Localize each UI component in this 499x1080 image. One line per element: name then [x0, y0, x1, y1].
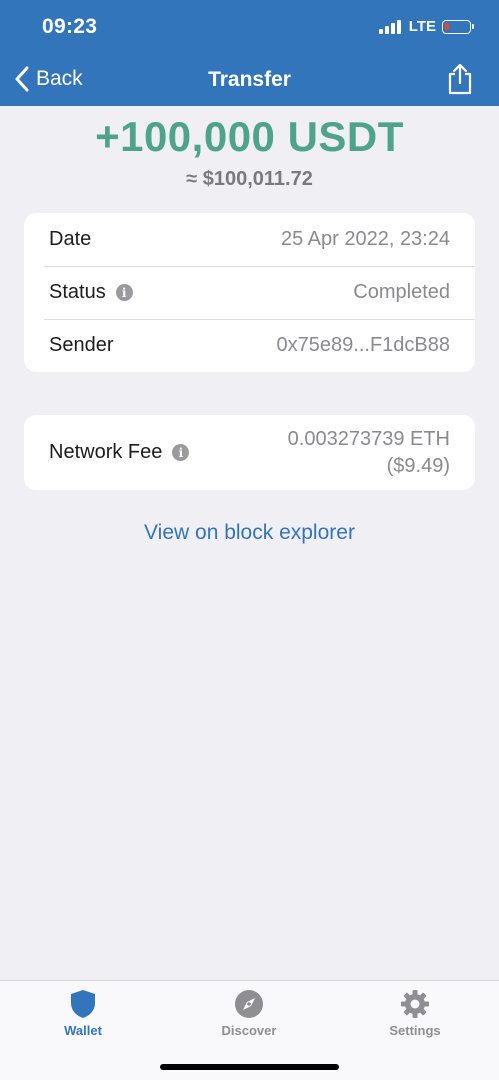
fiat-value: ≈ $100,011.72: [186, 168, 313, 190]
status-label-group: Status i: [49, 281, 133, 304]
battery-icon: [442, 19, 474, 34]
info-icon[interactable]: i: [172, 444, 190, 461]
gear-icon: [401, 990, 429, 1018]
network-fee-row: Network Fee i 0.003273739 ETH ($9.49): [24, 415, 475, 490]
info-icon[interactable]: i: [115, 284, 133, 301]
signal-icon: [378, 19, 403, 34]
status-indicators: LTE: [378, 18, 474, 35]
share-icon: [448, 63, 472, 95]
tab-settings-label: Settings: [389, 1023, 441, 1038]
details-card: Date 25 Apr 2022, 23:24 Status i Complet…: [24, 213, 475, 372]
status-value: Completed: [353, 281, 450, 303]
tab-wallet[interactable]: Wallet: [23, 989, 143, 1038]
fee-card: Network Fee i 0.003273739 ETH ($9.49): [24, 415, 475, 490]
fee-fiat: ($9.49): [386, 454, 450, 477]
fee-label-group: Network Fee i: [49, 441, 190, 464]
status-row: Status i Completed: [24, 266, 475, 319]
fee-crypto: 0.003273739 ETH: [287, 427, 450, 450]
sender-label: Sender: [49, 334, 114, 356]
network-fee-label: Network Fee: [49, 441, 163, 463]
sender-row[interactable]: Sender 0x75e89...F1dcB88: [24, 319, 475, 372]
transfer-amount: +100,000 USDT: [95, 113, 404, 160]
sender-address[interactable]: 0x75e89...F1dcB88: [277, 334, 450, 357]
date-label: Date: [49, 228, 92, 250]
compass-icon: [235, 990, 263, 1018]
tab-settings[interactable]: Settings: [355, 989, 475, 1038]
page-title: Transfer: [208, 68, 291, 91]
network-fee-value: 0.003273739 ETH ($9.49): [288, 426, 450, 480]
shield-icon: [71, 990, 95, 1018]
network-type: LTE: [408, 18, 436, 35]
home-indicator[interactable]: [160, 1064, 339, 1070]
tab-discover-label: Discover: [221, 1023, 277, 1038]
tab-wallet-label: Wallet: [64, 1023, 102, 1038]
share-button[interactable]: [447, 63, 473, 100]
view-on-explorer-link[interactable]: View on block explorer: [0, 521, 499, 545]
status-time: 09:23: [42, 15, 98, 38]
nav-bar: Back Transfer: [0, 54, 499, 106]
status-bar: 09:23 LTE: [0, 0, 499, 54]
status-label: Status: [49, 281, 106, 303]
date-row: Date 25 Apr 2022, 23:24: [24, 213, 475, 266]
date-value: 25 Apr 2022, 23:24: [280, 228, 450, 250]
tab-discover[interactable]: Discover: [189, 989, 309, 1038]
app-header: 09:23 LTE Back Transfer: [0, 0, 499, 106]
